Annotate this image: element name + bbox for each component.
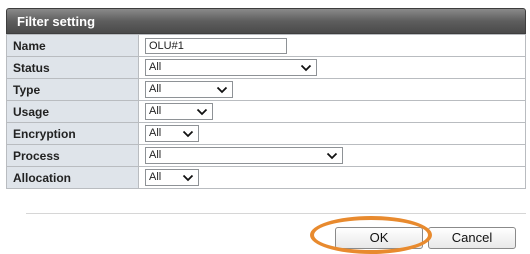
- status-label: Status: [6, 56, 139, 79]
- form-row-encryption: Encryption All: [6, 122, 526, 145]
- form-row-usage: Usage All: [6, 100, 526, 123]
- status-select[interactable]: All: [145, 59, 317, 76]
- type-select[interactable]: All: [145, 81, 233, 98]
- cancel-button[interactable]: Cancel: [428, 227, 516, 249]
- filter-form: Name OLU#1 Status All Type All Usage All…: [6, 34, 526, 189]
- allocation-select-value: All: [149, 171, 162, 183]
- ok-button[interactable]: OK: [335, 227, 423, 249]
- type-label: Type: [6, 78, 139, 101]
- form-row-allocation: Allocation All: [6, 166, 526, 189]
- process-select-value: All: [149, 149, 162, 161]
- process-label: Process: [6, 144, 139, 167]
- status-select-value: All: [149, 61, 162, 73]
- allocation-label: Allocation: [6, 166, 139, 189]
- usage-label: Usage: [6, 100, 139, 123]
- dialog-title: Filter setting: [6, 8, 526, 34]
- process-select[interactable]: All: [145, 147, 343, 164]
- name-input[interactable]: OLU#1: [145, 37, 287, 54]
- name-label: Name: [6, 34, 139, 57]
- encryption-label: Encryption: [6, 122, 139, 145]
- form-row-type: Type All: [6, 78, 526, 101]
- encryption-select[interactable]: All: [145, 125, 199, 142]
- chevron-down-icon: [300, 64, 312, 72]
- chevron-down-icon: [216, 86, 228, 94]
- chevron-down-icon: [326, 152, 338, 160]
- divider: [26, 213, 526, 214]
- usage-select-value: All: [149, 105, 162, 117]
- form-row-status: Status All: [6, 56, 526, 79]
- chevron-down-icon: [182, 130, 194, 138]
- chevron-down-icon: [196, 108, 208, 116]
- usage-select[interactable]: All: [145, 103, 213, 120]
- form-row-name: Name OLU#1: [6, 34, 526, 57]
- form-row-process: Process All: [6, 144, 526, 167]
- filter-setting-dialog: Filter setting Name OLU#1 Status All Typ…: [6, 8, 526, 189]
- type-select-value: All: [149, 83, 162, 95]
- chevron-down-icon: [182, 174, 194, 182]
- allocation-select[interactable]: All: [145, 169, 199, 186]
- encryption-select-value: All: [149, 127, 162, 139]
